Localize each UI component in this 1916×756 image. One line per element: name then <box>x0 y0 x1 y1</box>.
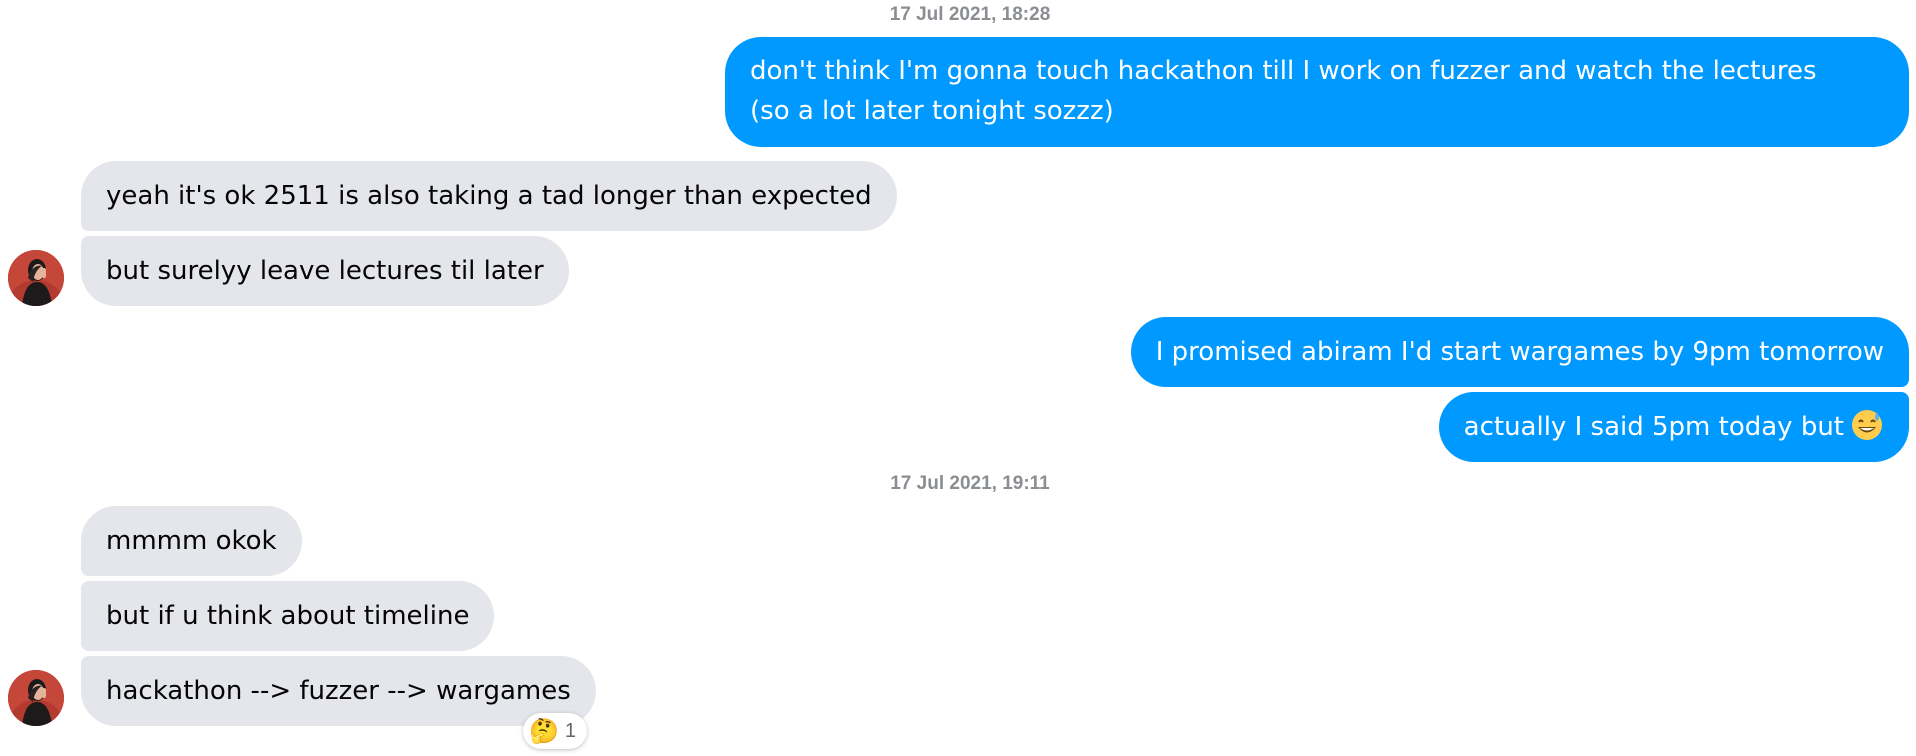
message-reaction[interactable]: 🤔 1 <box>523 713 588 749</box>
message-bubble-incoming[interactable]: but if u think about timeline <box>81 581 495 651</box>
message-bubble-outgoing[interactable]: don't think I'm gonna touch hackathon ti… <box>725 37 1909 147</box>
message-bubble-outgoing[interactable]: I promised abiram I'd start wargames by … <box>1130 317 1909 387</box>
sweat-smile-emoji <box>1850 408 1884 442</box>
message-text: actually I said 5pm today but <box>1463 412 1844 442</box>
message-line: (so a lot later tonight sozzz) <box>750 96 1114 126</box>
contact-avatar[interactable] <box>8 670 64 726</box>
message-bubble-incoming[interactable]: yeah it's ok 2511 is also taking a tad l… <box>81 161 897 231</box>
contact-avatar[interactable] <box>8 250 64 306</box>
message-line: don't think I'm gonna touch hackathon ti… <box>750 56 1817 86</box>
avatar-photo <box>8 670 64 726</box>
thinking-face-icon: 🤔 <box>529 717 559 745</box>
reaction-count: 1 <box>564 719 577 742</box>
avatar-photo <box>8 250 64 306</box>
timestamp: 17 Jul 2021, 19:11 <box>890 473 1050 494</box>
message-bubble-incoming[interactable]: mmmm okok <box>81 506 302 576</box>
timestamp: 17 Jul 2021, 18:28 <box>889 4 1051 25</box>
message-bubble-incoming[interactable]: but surelyy leave lectures til later <box>81 236 569 306</box>
message-bubble-incoming[interactable]: hackathon --> fuzzer --> wargames <box>81 656 596 726</box>
message-bubble-outgoing[interactable]: actually I said 5pm today but <box>1438 392 1909 462</box>
chat-thread: 17 Jul 2021, 18:28 don't think I'm gonna… <box>0 0 1916 756</box>
